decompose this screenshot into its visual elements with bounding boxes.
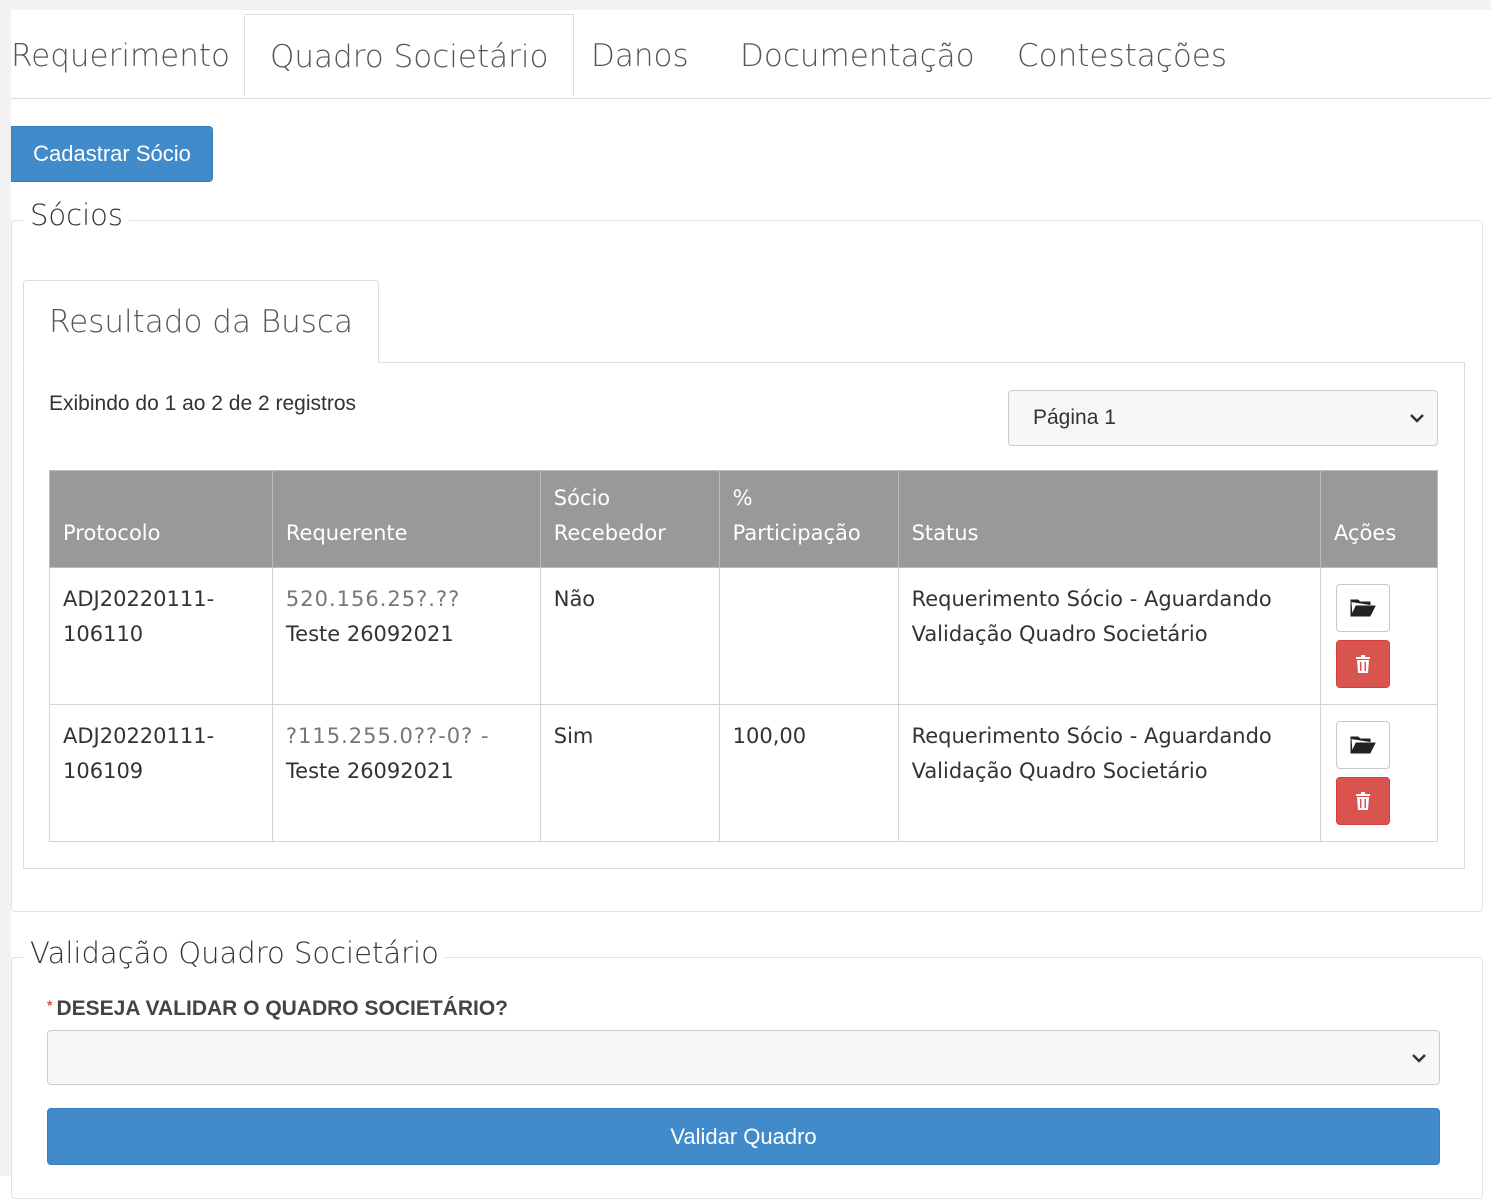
cell-acoes [1320, 704, 1438, 842]
left-shade [0, 0, 11, 1176]
col-participacao[interactable]: % Participação [718, 470, 899, 568]
delete-button[interactable] [1336, 777, 1391, 825]
cell-requerente: ?115.255.0??-0? - Teste 26092021 [271, 704, 541, 842]
cell-acoes [1320, 567, 1438, 705]
folder-open-icon [1350, 736, 1376, 754]
cell-protocolo: ADJ20220111- 106110 [49, 567, 273, 705]
tab-resultado-busca[interactable]: Resultado da Busca [23, 280, 379, 363]
page-select-value: Página 1 [1033, 406, 1116, 429]
cadastrar-socio-button[interactable]: Cadastrar Sócio [11, 126, 213, 182]
tab-documentacao[interactable]: Documentação [740, 14, 975, 97]
validar-quadro-button[interactable]: Validar Quadro [47, 1108, 1440, 1165]
folder-open-icon [1350, 599, 1376, 617]
tab-quadro-societario[interactable]: Quadro Societário [244, 14, 575, 97]
table-row: ADJ20220111- 106110 520.156.25?.?? Teste 2… [49, 567, 1438, 705]
table-row: ADJ20220111- 106109 ?115.255.0??-0? - Test… [49, 704, 1438, 842]
required-mark: * [47, 997, 53, 1013]
tab-danos[interactable]: Danos [591, 14, 689, 97]
cell-socio-recebedor: Não [539, 567, 720, 705]
delete-button[interactable] [1336, 640, 1391, 688]
table-header-row: Protocolo Requerente Sócio Recebedor % Par… [49, 470, 1438, 568]
top-shade [0, 0, 1491, 10]
validar-select[interactable] [47, 1030, 1440, 1085]
open-folder-button[interactable] [1336, 584, 1391, 632]
cell-participacao [718, 567, 899, 705]
col-protocolo[interactable]: Protocolo [49, 470, 273, 568]
socios-table: Protocolo Requerente Sócio Recebedor % Par… [49, 470, 1438, 842]
col-acoes: Ações [1320, 470, 1438, 568]
trash-icon [1356, 655, 1371, 673]
validar-question-label: * DESEJA VALIDAR O QUADRO SOCIETÁRIO? [47, 997, 508, 1020]
records-info: Exibindo do 1 ao 2 de 2 registros [49, 392, 357, 415]
col-socio-recebedor[interactable]: Sócio Recebedor [539, 470, 720, 568]
cell-status: Requerimento Sócio - Aguardando Validação… [897, 567, 1322, 705]
cell-participacao: 100,00 [718, 704, 899, 842]
cell-status: Requerimento Sócio - Aguardando Validação… [897, 704, 1322, 842]
tab-requerimento[interactable]: Requerimento [11, 14, 230, 97]
trash-icon [1356, 792, 1371, 810]
socios-legend: Sócios [24, 198, 130, 232]
page-select[interactable]: Página 1 [1008, 390, 1438, 446]
tab-contestacoes[interactable]: Contestações [1017, 14, 1227, 97]
chevron-down-icon [1412, 1053, 1426, 1063]
cell-requerente: 520.156.25?.?? Teste 26092021 [271, 567, 541, 705]
validacao-legend: Validação Quadro Societário [24, 936, 445, 970]
col-requerente[interactable]: Requerente [271, 470, 541, 568]
tab-bar: Requerimento Quadro Societário Danos Doc… [11, 14, 1491, 99]
col-status[interactable]: Status [897, 470, 1322, 568]
cell-socio-recebedor: Sim [539, 704, 720, 842]
chevron-down-icon [1410, 414, 1424, 423]
cell-protocolo: ADJ20220111- 106109 [49, 704, 273, 842]
open-folder-button[interactable] [1336, 721, 1391, 769]
